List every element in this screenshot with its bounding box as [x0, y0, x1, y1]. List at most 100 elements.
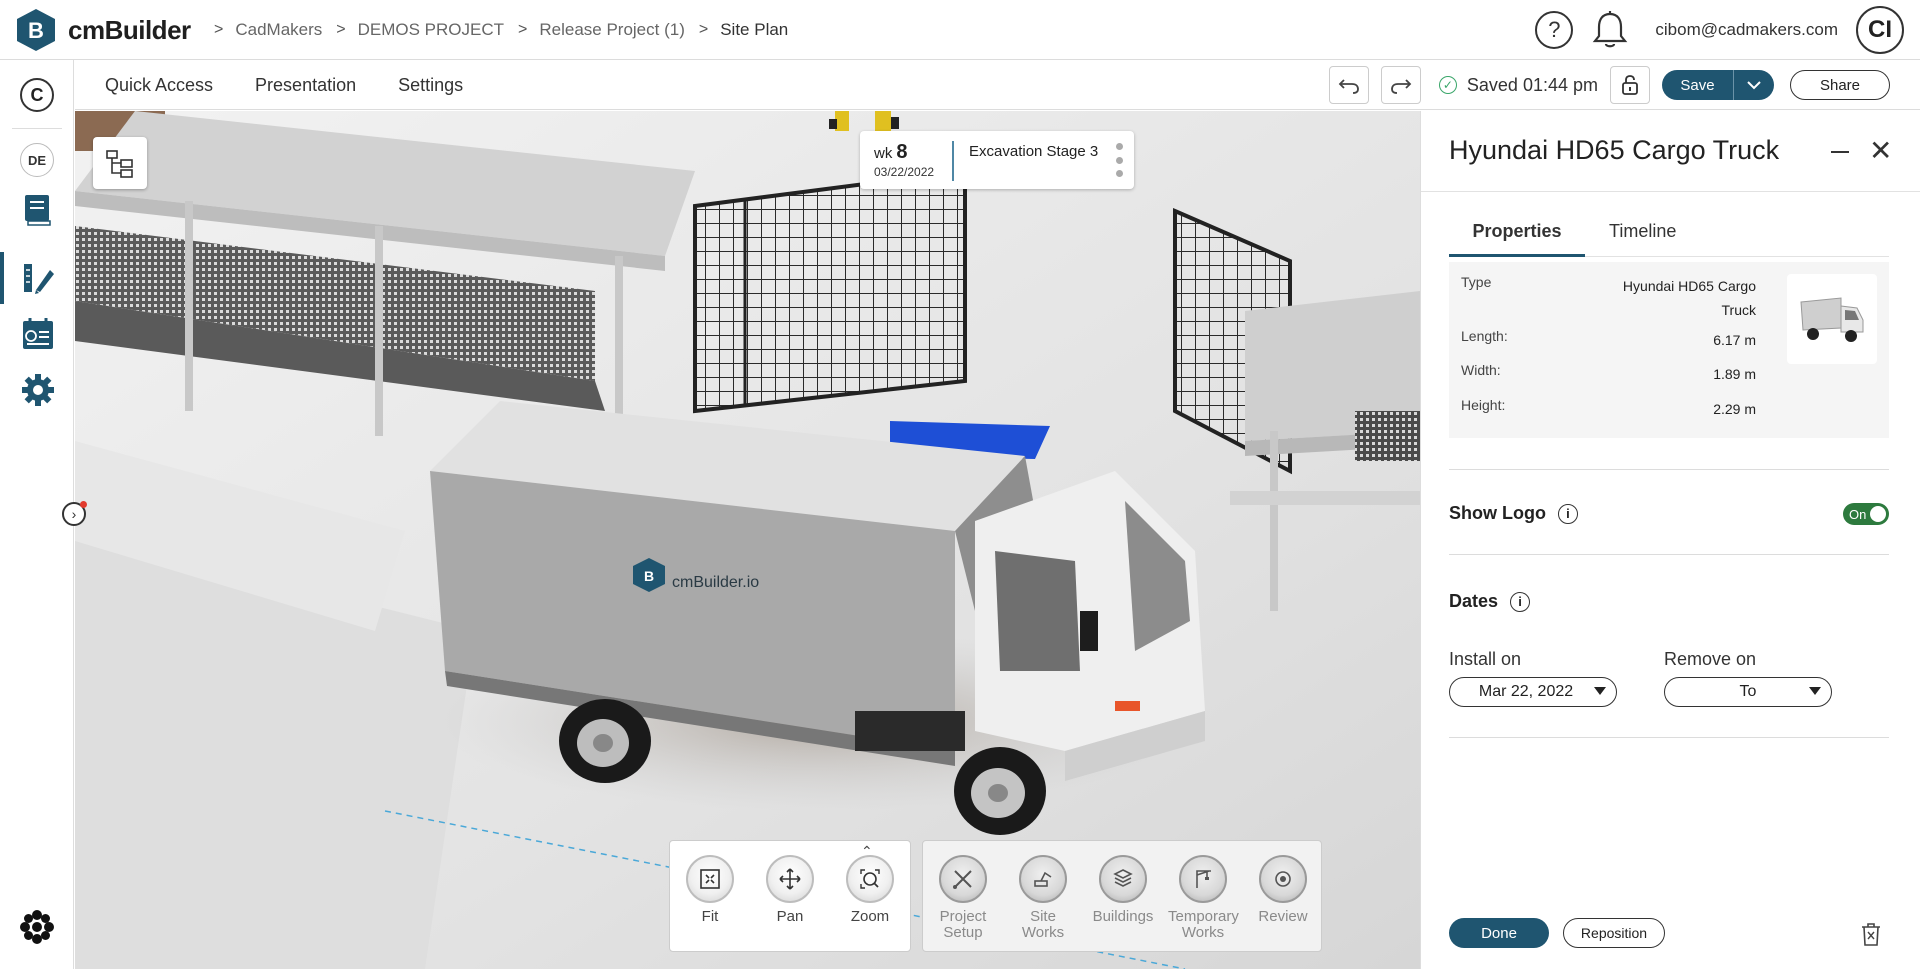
schedule-icon[interactable] [20, 316, 56, 352]
properties-table: Type Hyundai HD65 Cargo Truck Length: 6.… [1449, 262, 1889, 438]
category-toolbar: Project Setup Site Works Buildings Tempo… [922, 840, 1322, 952]
pan-button[interactable]: Pan [755, 855, 825, 925]
building-icon [1113, 869, 1133, 887]
divider [952, 141, 954, 181]
save-options-button[interactable] [1734, 70, 1774, 100]
project-setup-button[interactable]: Project Setup [928, 855, 998, 941]
zoom-icon [860, 869, 880, 889]
lock-button[interactable] [1610, 66, 1650, 104]
temporary-works-button[interactable]: Temporary Works [1168, 855, 1239, 941]
week-label: wk 8 [874, 141, 908, 163]
save-status: ✓ Saved 01:44 pm [1438, 74, 1598, 96]
saved-time: Saved 01:44 pm [1466, 74, 1598, 95]
save-button[interactable]: Save [1662, 70, 1734, 100]
remove-on-label: Remove on [1664, 649, 1757, 669]
dropdown-arrow-icon [1594, 687, 1606, 695]
property-row: Height: 2.29 m [1461, 397, 1756, 417]
menu-presentation[interactable]: Presentation [255, 75, 356, 96]
crane-icon [1196, 870, 1211, 888]
logo-icon: B [17, 9, 55, 51]
left-sidebar: C DE › [0, 60, 87, 969]
chevron-up-icon[interactable]: ⌃ [861, 843, 873, 860]
divider [1449, 469, 1889, 470]
excavator-icon [1034, 871, 1052, 887]
pan-icon [779, 868, 801, 890]
week-date: 03/22/2022 [874, 165, 935, 179]
minimize-icon[interactable] [1831, 151, 1849, 153]
install-on-label: Install on [1449, 649, 1522, 669]
show-logo-toggle[interactable]: On [1843, 503, 1889, 525]
tools-icon [953, 870, 972, 889]
breadcrumb-item[interactable]: > DEMOS PROJECT [322, 20, 504, 40]
bell-icon[interactable] [1591, 10, 1629, 50]
tab-properties[interactable]: Properties [1449, 221, 1585, 257]
help-icon[interactable]: ? [1535, 11, 1574, 49]
reposition-button[interactable]: Reposition [1563, 918, 1665, 948]
truck-logo-text: cmBuilder.io [672, 574, 759, 591]
object-tree-button[interactable] [93, 137, 147, 189]
review-button[interactable]: Review [1248, 855, 1318, 925]
breadcrumb-item[interactable]: > Release Project (1) [504, 20, 685, 40]
navigation-toolbar: Fit Pan Zoom [669, 840, 911, 952]
property-row: Width: 1.89 m [1461, 362, 1756, 382]
hierarchy-icon [106, 150, 133, 178]
divider [1421, 191, 1920, 192]
top-bar: B cmBuilder > CadMakers > DEMOS PROJECT > R… [0, 0, 1920, 60]
redo-icon [1391, 79, 1412, 94]
lock-icon [1622, 75, 1638, 95]
3d-viewport[interactable]: B cmBuilder.io wk 8 03/22/2022 Excavatio… [75, 111, 1420, 969]
property-row: Length: 6.17 m [1461, 328, 1756, 348]
stage-name: Excavation Stage 3 [969, 143, 1099, 160]
brand-logo[interactable]: B cmBuilder [16, 8, 191, 52]
week-number: 8 [896, 141, 908, 163]
panel-tabs: Properties Timeline [1449, 221, 1889, 257]
user-email[interactable]: cibom@cadmakers.com [1655, 20, 1838, 40]
buildings-button[interactable]: Buildings [1088, 855, 1158, 925]
dropdown-arrow-icon [1809, 687, 1821, 695]
menu-settings[interactable]: Settings [398, 75, 463, 96]
property-row: Type Hyundai HD65 Cargo Truck [1461, 274, 1756, 318]
check-icon: ✓ [1438, 76, 1457, 94]
org-button[interactable]: C [20, 78, 54, 112]
remove-date-select[interactable]: To [1664, 677, 1832, 707]
expand-sidebar-button[interactable]: › [62, 501, 87, 526]
settings-icon[interactable] [20, 372, 56, 408]
avatar[interactable]: CI [1856, 6, 1904, 54]
design-icon[interactable] [20, 260, 56, 296]
info-icon[interactable]: i [1557, 503, 1578, 524]
secondary-toolbar: Quick Access Presentation Settings ✓ Sav… [75, 60, 1920, 110]
undo-button[interactable] [1328, 66, 1369, 104]
undo-icon [1338, 79, 1359, 94]
object-properties-panel: Hyundai HD65 Cargo Truck ✕ Properties Ti… [1420, 111, 1920, 969]
brand-name: cmBuilder [68, 14, 191, 45]
svg-text:B: B [28, 18, 44, 43]
install-date-select[interactable]: Mar 22, 2022 [1449, 677, 1617, 707]
save-split-button: Save [1662, 70, 1774, 100]
truck-icon [1800, 297, 1864, 342]
menu-quick-access[interactable]: Quick Access [105, 75, 213, 96]
notification-dot [80, 501, 87, 508]
book-icon[interactable] [20, 192, 56, 228]
close-icon[interactable]: ✕ [1869, 137, 1892, 165]
trash-icon[interactable] [1859, 921, 1883, 947]
panel-title: Hyundai HD65 Cargo Truck [1449, 135, 1780, 165]
done-button[interactable]: Done [1449, 918, 1549, 948]
zoom-button[interactable]: Zoom [835, 855, 905, 925]
project-button[interactable]: DE [20, 143, 54, 177]
tab-timeline[interactable]: Timeline [1609, 221, 1689, 257]
timeline-stage-card[interactable]: wk 8 03/22/2022 Excavation Stage 3 [860, 131, 1134, 189]
object-thumbnail [1787, 274, 1877, 364]
redo-button[interactable] [1380, 66, 1421, 104]
divider [1449, 737, 1889, 738]
breadcrumb-item[interactable]: > CadMakers [210, 20, 322, 40]
apps-icon[interactable] [20, 910, 54, 944]
breadcrumb-current: > Site Plan [698, 20, 789, 39]
site-works-button[interactable]: Site Works [1008, 855, 1078, 941]
fit-button[interactable]: Fit [675, 855, 745, 925]
info-icon[interactable]: i [1510, 591, 1531, 612]
divider [12, 128, 62, 129]
more-options-icon[interactable] [1116, 143, 1124, 177]
share-button[interactable]: Share [1790, 70, 1890, 100]
divider [1449, 554, 1889, 555]
dates-heading: Dates i [1449, 591, 1531, 612]
